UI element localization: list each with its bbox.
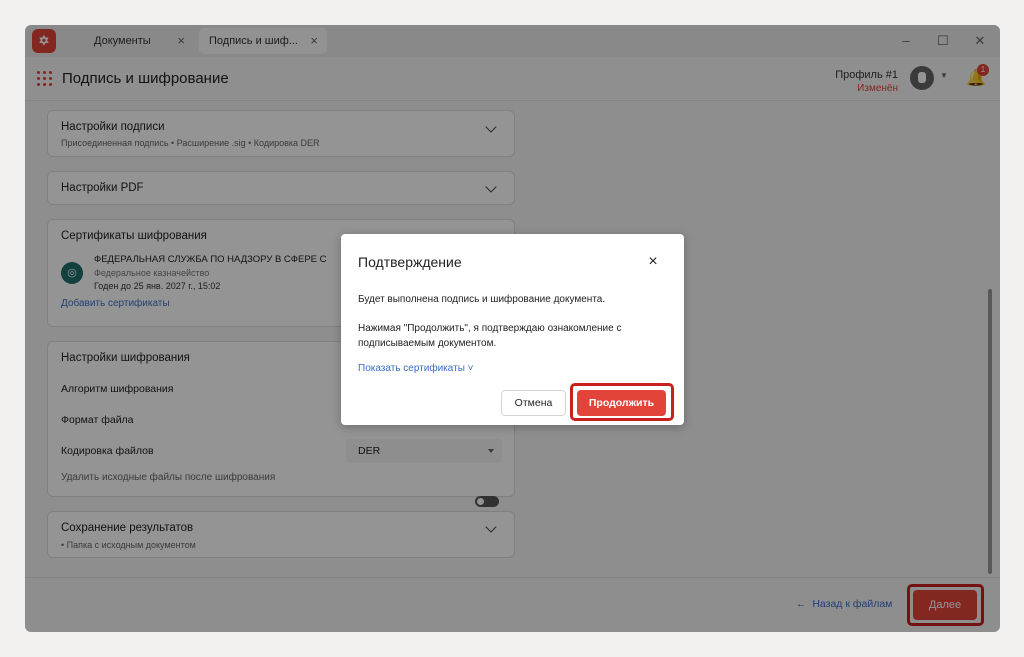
cancel-button[interactable]: Отмена xyxy=(501,390,566,416)
dialog-consent-text: Нажимая "Продолжить", я подтверждаю озна… xyxy=(358,323,622,349)
dialog-message: Будет выполнена подпись и шифрование док… xyxy=(358,294,606,305)
show-certificates-label: Показать сертификаты xyxy=(358,363,465,374)
continue-button-highlight xyxy=(570,383,674,421)
dialog-title: Подтверждение xyxy=(358,254,462,270)
close-icon[interactable]: × xyxy=(646,254,660,270)
show-certificates-link[interactable]: Показать сертификаты ˅ xyxy=(358,363,474,374)
confirmation-dialog: Подтверждение × Будет выполнена подпись … xyxy=(341,234,684,425)
chevron-down-icon: ˅ xyxy=(467,363,474,374)
